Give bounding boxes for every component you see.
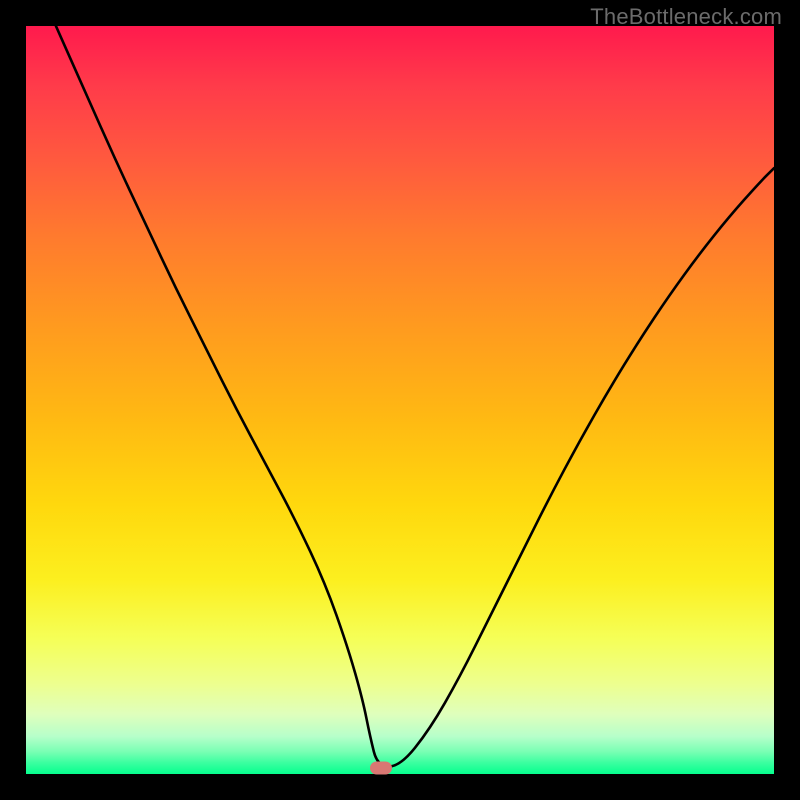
optimal-point-marker [370,762,392,775]
plot-area [26,26,774,774]
chart-frame: TheBottleneck.com [0,0,800,800]
bottleneck-curve [26,26,774,774]
